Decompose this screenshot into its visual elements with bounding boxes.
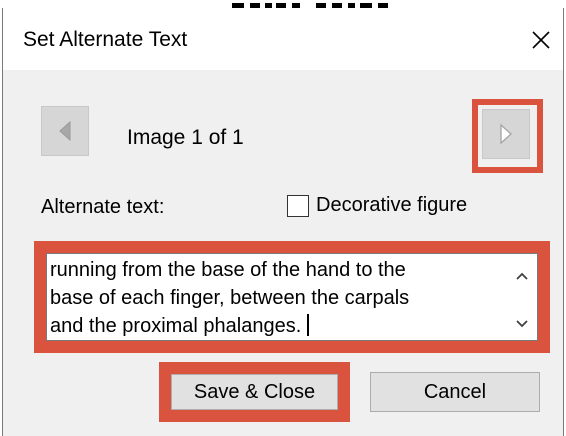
screenshot-stage: Set Alternate Text Image 1 of 1 Alternat… [0,0,566,436]
alternate-text-input[interactable]: running from the base of the hand to the… [46,253,538,341]
close-icon [532,31,550,49]
decorative-figure-label: Decorative figure [316,194,468,216]
save-and-close-button[interactable]: Save & Close [171,374,338,410]
dialog-titlebar: Set Alternate Text [3,8,563,70]
image-counter: Image 1 of 1 [127,126,244,149]
scroll-up-button[interactable] [507,262,537,290]
decorative-figure-option[interactable]: Decorative figure [287,194,467,217]
alternate-text-value: running from the base of the hand to the… [50,256,498,340]
next-image-button[interactable] [482,109,530,159]
chevron-down-icon [516,320,528,328]
set-alternate-text-dialog: Set Alternate Text Image 1 of 1 Alternat… [2,8,564,436]
scroll-down-button[interactable] [507,310,537,338]
dialog-title: Set Alternate Text [23,28,188,51]
decorative-figure-checkbox[interactable] [287,194,309,217]
alternate-text-highlight: running from the base of the hand to the… [34,241,550,353]
chevron-up-icon [516,272,528,280]
triangle-left-icon [59,120,71,142]
text-caret [307,314,309,336]
close-button[interactable] [521,20,561,60]
alternate-text-label: Alternate text: [41,196,165,218]
textarea-scrollbar[interactable] [507,254,537,340]
triangle-right-icon [500,123,513,145]
alternate-text-content: running from the base of the hand to the… [50,259,410,337]
cancel-button[interactable]: Cancel [370,372,540,412]
previous-image-button[interactable] [41,106,89,156]
save-button-highlight: Save & Close [159,362,350,422]
